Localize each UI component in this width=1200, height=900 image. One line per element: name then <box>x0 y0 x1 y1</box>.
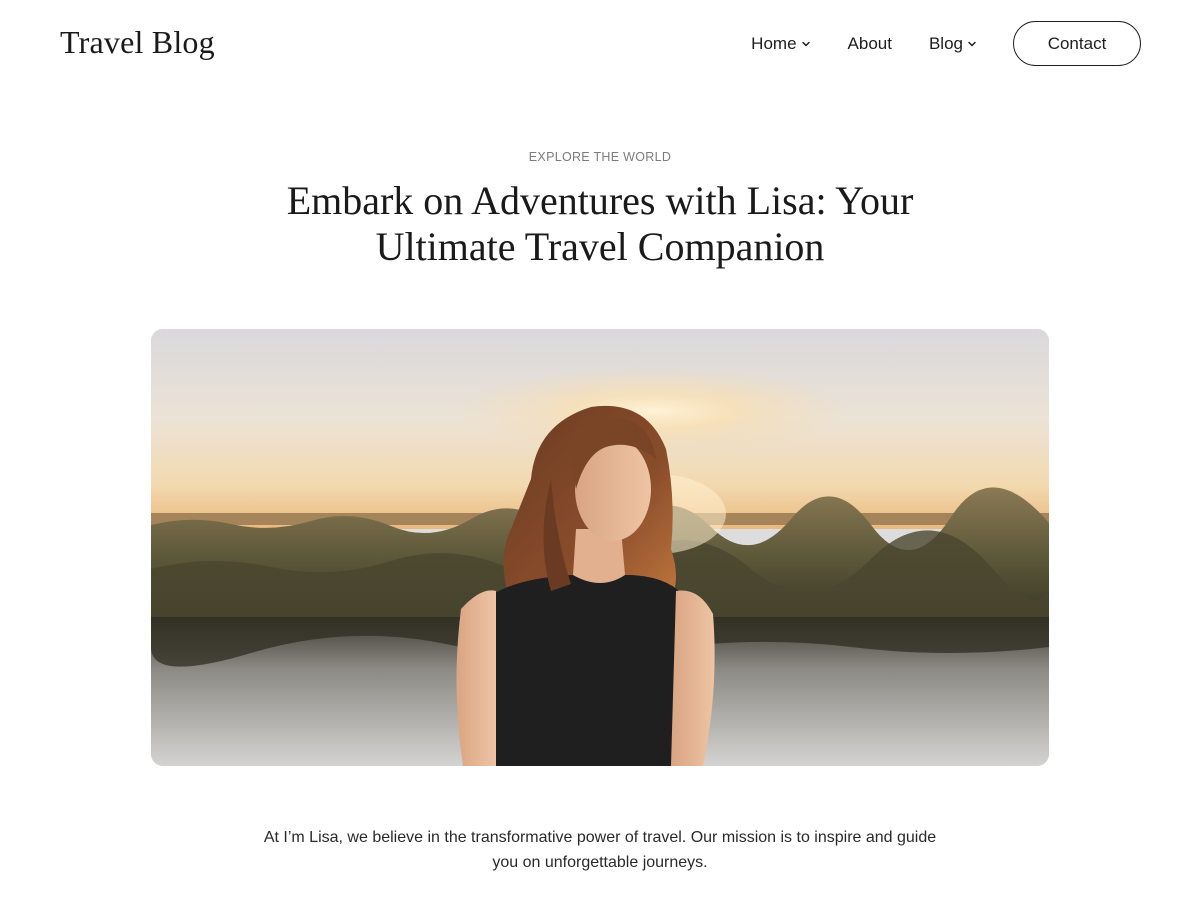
chevron-down-icon <box>967 39 977 49</box>
nav-item-label: Home <box>751 33 797 53</box>
contact-button[interactable]: Contact <box>1013 21 1141 66</box>
main-nav: Home About Blog Contact <box>751 21 1141 66</box>
hero-intro-line-1: At I’m Lisa, we believe in the transform… <box>263 829 937 846</box>
nav-item-home[interactable]: Home <box>751 34 810 54</box>
hero-intro: At I’m Lisa, we believe in the transform… <box>230 825 970 875</box>
nav-item-label: About <box>847 33 892 53</box>
nav-item-label: Blog <box>928 33 963 53</box>
hero-intro-line-2: you on unforgettable journeys. <box>492 854 708 871</box>
nav-item-blog[interactable]: Blog <box>929 34 977 54</box>
hero-headline-line-2: Ultimate Travel Companion <box>375 224 825 269</box>
nav-item-about[interactable]: About <box>848 34 892 54</box>
page: Travel Blog Home About Blog Contact EXPL… <box>0 0 1200 900</box>
hero-eyebrow: EXPLORE THE WORLD <box>528 150 672 164</box>
hero-headline-line-1: Embark on Adventures with Lisa: Your <box>286 178 914 223</box>
chevron-down-icon <box>801 39 811 49</box>
hero-headline: Embark on Adventures with Lisa: Your Ult… <box>200 178 1000 270</box>
hero-image <box>151 329 1049 766</box>
site-header: Travel Blog Home About Blog Contact <box>0 0 1200 88</box>
site-title[interactable]: Travel Blog <box>60 24 215 61</box>
